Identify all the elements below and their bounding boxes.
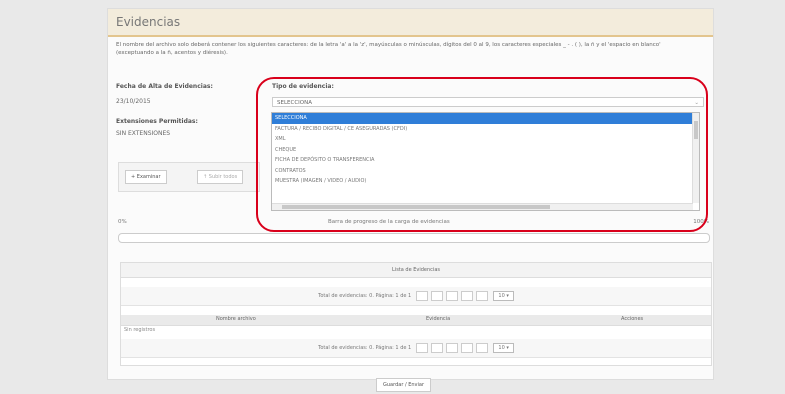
last-page-icon[interactable] [475, 290, 488, 301]
panel-header: Evidencias [108, 9, 713, 37]
page-input[interactable] [445, 290, 458, 301]
fecha-value: 23/10/2015 [116, 98, 151, 105]
evidencias-grid: Lista de Evidencias Total de evidencias:… [120, 262, 712, 366]
pager-text: Total de evidencias: 0. Página: 1 de 1 [318, 345, 412, 351]
subir-todos-button[interactable]: ↑ Subir todos [197, 170, 244, 184]
extensiones-label: Extensiones Permitidas: [116, 118, 198, 125]
file-name-instructions: El nombre del archivo solo deberá conten… [116, 42, 661, 56]
grid-column-headers: Nombre archivo Evidencia Acciones [121, 315, 711, 326]
page-size-value: 10 [498, 344, 505, 351]
next-page-icon[interactable] [460, 290, 473, 301]
pager-text: Total de evidencias: 0. Página: 1 de 1 [318, 293, 412, 299]
page-input[interactable] [445, 342, 458, 353]
next-page-icon[interactable] [460, 342, 473, 353]
highlight-annotation [256, 77, 708, 232]
extensiones-value: SIN EXTENSIONES [116, 130, 171, 137]
upload-progress-bar [118, 233, 710, 243]
examinar-button[interactable]: + Examinar [125, 170, 167, 184]
panel-title: Evidencias [116, 15, 181, 29]
empty-row-text: Sin registros [124, 327, 156, 333]
column-header[interactable]: Nombre archivo [216, 316, 256, 322]
fecha-label: Fecha de Alta de Evidencias: [116, 83, 213, 90]
page-size-select[interactable]: 10 ▾ [493, 342, 514, 353]
page-size-value: 10 [498, 292, 505, 299]
page-size-select[interactable]: 10 ▾ [493, 290, 514, 301]
first-page-icon[interactable] [415, 290, 428, 301]
save-button[interactable]: Guardar / Enviar [376, 378, 432, 392]
grid-pager-top: Total de evidencias: 0. Página: 1 de 1 1… [121, 287, 711, 306]
column-header[interactable]: Acciones [621, 316, 643, 322]
first-page-icon[interactable] [415, 342, 428, 353]
grid-pager-bottom: Total de evidencias: 0. Página: 1 de 1 1… [121, 339, 711, 358]
column-header[interactable]: Evidencia [426, 316, 450, 322]
last-page-icon[interactable] [475, 342, 488, 353]
grid-caption: Lista de Evidencias [121, 263, 711, 278]
upload-toolbar: + Examinar ↑ Subir todos [118, 162, 260, 192]
prev-page-icon[interactable] [430, 342, 443, 353]
prev-page-icon[interactable] [430, 290, 443, 301]
progress-percent-label: 0% [118, 219, 127, 225]
